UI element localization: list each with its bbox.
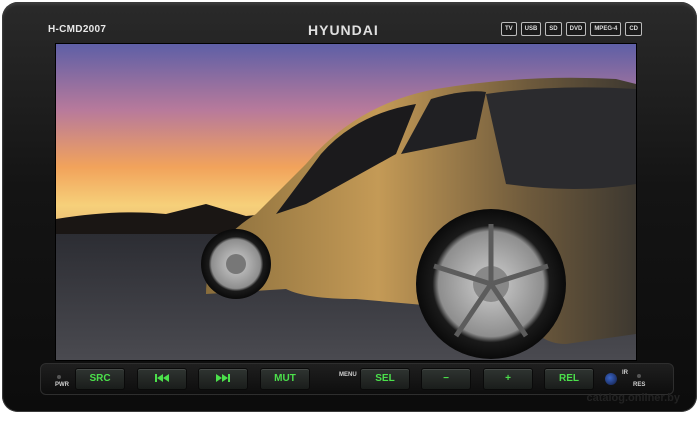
src-button[interactable]: SRC xyxy=(75,368,125,390)
reset-hole[interactable] xyxy=(637,374,641,378)
badge-usb: USB xyxy=(520,22,542,36)
ir-label: IR xyxy=(622,370,628,376)
model-label: H-CMD2007 xyxy=(48,24,107,35)
mute-button[interactable]: MUT xyxy=(260,368,310,390)
plus-label: + xyxy=(505,373,511,384)
badge-cd: CD xyxy=(625,22,642,36)
badge-mpeg4: MPEG-4 xyxy=(590,22,622,36)
badge-sd: SD xyxy=(545,22,562,36)
menu-label: MENU xyxy=(339,372,357,378)
badge-dvd: DVD xyxy=(565,22,587,36)
format-badges: TV USB SD DVD MPEG-4 CD xyxy=(500,22,642,36)
prev-track-icon xyxy=(155,374,169,383)
ir-sensor-icon xyxy=(605,373,617,385)
next-track-icon xyxy=(216,374,230,383)
power-indicator-dot xyxy=(57,375,61,379)
src-label: SRC xyxy=(89,373,111,384)
mut-label: MUT xyxy=(274,373,296,384)
next-track-button[interactable] xyxy=(198,368,248,390)
release-button[interactable]: REL xyxy=(544,368,594,390)
badge-tv: TV xyxy=(500,22,517,36)
watermark-text: catalog.onliner.by xyxy=(586,392,680,404)
car-wallpaper-image xyxy=(56,44,636,360)
res-label: RES xyxy=(633,382,646,388)
sel-label: SEL xyxy=(375,373,395,384)
volume-down-button[interactable]: − xyxy=(421,368,471,390)
brand-logo: HYUNDAI xyxy=(308,22,379,38)
prev-track-button[interactable] xyxy=(137,368,187,390)
minus-label: − xyxy=(443,373,449,384)
display-screen[interactable] xyxy=(55,43,637,361)
volume-up-button[interactable]: + xyxy=(483,368,533,390)
rel-label: REL xyxy=(559,373,579,384)
pwr-label: PWR xyxy=(55,382,69,388)
sel-button[interactable]: SEL xyxy=(360,368,410,390)
